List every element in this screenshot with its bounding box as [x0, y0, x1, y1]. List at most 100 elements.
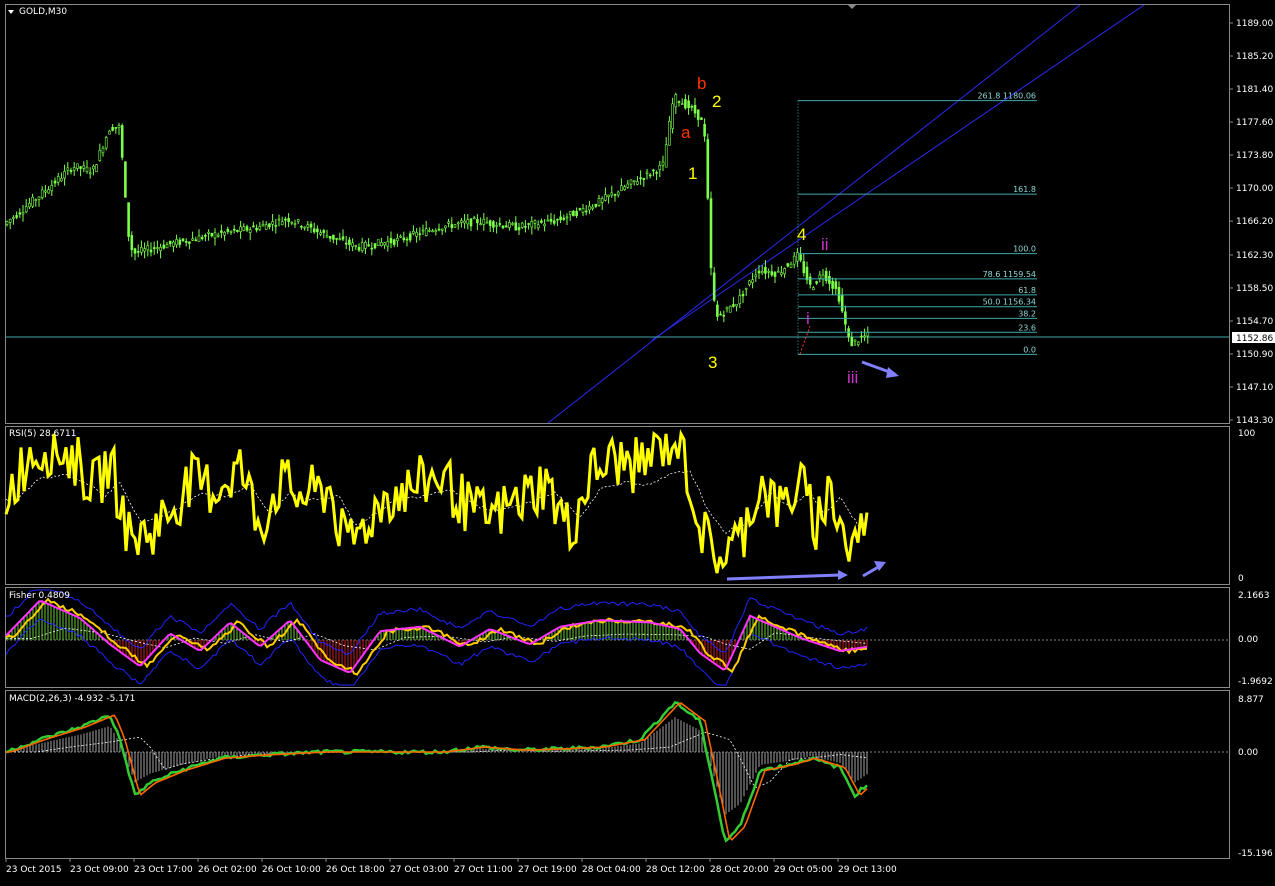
- price-candle-body: [191, 238, 194, 241]
- axis-layer: 1189.00 1185.20 1181.40 1177.60 1173.80 1170.…: [5, 19, 1273, 875]
- wave-label-b: b: [697, 74, 706, 93]
- price-axis-label: 1181.40: [1236, 85, 1273, 95]
- price-candle-body: [776, 270, 780, 273]
- price-axis-label: 1177.60: [1236, 118, 1273, 128]
- symbol-dropdown-icon[interactable]: [8, 10, 14, 14]
- price-candle-body: [156, 247, 159, 249]
- price-candle-body: [693, 105, 697, 114]
- price-candle-body: [552, 220, 556, 224]
- fib-level-label: 78.6 1159.54: [983, 270, 1036, 279]
- time-axis-label: 28 Oct 20:00: [710, 865, 769, 875]
- price-candle-body: [239, 226, 242, 232]
- price-candle-body: [309, 223, 313, 228]
- price-candle-body: [687, 100, 690, 109]
- price-candle-body: [623, 186, 626, 190]
- price-candle-body: [866, 332, 870, 337]
- price-candle-body: [335, 238, 338, 240]
- price-candle-body: [245, 226, 249, 231]
- price-candle-body: [181, 238, 185, 241]
- price-candle-body: [501, 225, 505, 229]
- price-candle-body: [463, 220, 466, 224]
- price-candle-body: [738, 295, 742, 305]
- price-candle-body: [540, 220, 543, 223]
- fisher-axis-top: 2.1663: [1238, 591, 1270, 601]
- price-candle-body: [364, 241, 367, 249]
- price-candle-body: [770, 271, 774, 276]
- price-axis-label: 1173.80: [1236, 151, 1273, 161]
- price-candle-body: [232, 228, 236, 231]
- price-candle-body: [658, 165, 662, 171]
- price-candle-body: [367, 244, 370, 247]
- price-candle-body: [783, 268, 786, 275]
- price-candle-body: [325, 235, 329, 238]
- price-candle-body: [280, 221, 284, 226]
- price-candle-body: [533, 220, 537, 224]
- price-candle-body: [424, 228, 428, 236]
- price-candle-body: [799, 254, 802, 261]
- rsi-axis-bottom: 0: [1238, 574, 1244, 584]
- price-candle-body: [479, 223, 482, 226]
- price-candle-body: [252, 225, 255, 228]
- price-candle-body: [837, 287, 841, 302]
- chart-canvas[interactable]: GOLD,M30 261.8 1180.06161.8100.078.6 115…: [0, 0, 1275, 882]
- wave-label-iii: iii: [847, 368, 858, 387]
- macd-axis-top: 8.877: [1238, 695, 1264, 705]
- price-candle-body: [584, 210, 588, 213]
- wave-label-2: 2: [712, 92, 721, 111]
- fisher-title: Fisher 0.4809: [9, 591, 70, 601]
- price-candle-body: [735, 303, 738, 307]
- price-candle-body: [488, 220, 492, 226]
- price-candle-body: [514, 222, 518, 231]
- price-candle-body: [261, 224, 265, 227]
- price-candle-body: [380, 242, 383, 247]
- price-candle-body: [815, 281, 818, 284]
- price-candle-body: [767, 270, 770, 273]
- price-axis-label: 1185.20: [1236, 52, 1273, 62]
- price-candle-body: [578, 208, 582, 210]
- fisher-axis-mid: 0.00: [1238, 635, 1258, 645]
- price-candle-body: [226, 229, 230, 232]
- price-candle-body: [789, 263, 793, 268]
- price-candle-body: [597, 198, 601, 206]
- price-candle-body: [412, 231, 415, 234]
- price-candle-body: [200, 237, 204, 240]
- chart-window: GOLD,M30 261.8 1180.06 161.8 100.0 78.6 115…: [0, 0, 1275, 882]
- price-candle-body: [527, 223, 530, 225]
- rsi-title: RSI(5) 28.6711: [9, 429, 76, 439]
- price-candle-body: [44, 190, 47, 193]
- fib-level-label: 0.0: [1023, 345, 1036, 354]
- price-candle-body: [786, 263, 790, 267]
- price-candle-body: [21, 212, 25, 215]
- price-candle-body: [351, 242, 354, 247]
- price-candle-body: [805, 266, 809, 281]
- fib-level-label: 261.8 1180.06: [977, 92, 1036, 101]
- price-candle-body: [616, 191, 620, 196]
- price-candle-body: [415, 232, 418, 237]
- price-candle-body: [348, 239, 351, 245]
- price-candle-body: [338, 238, 342, 241]
- price-candle-body: [223, 231, 226, 236]
- price-candle-body: [434, 230, 438, 232]
- price-candle-body: [850, 336, 854, 347]
- price-candle-body: [546, 219, 550, 222]
- price-candle-body: [572, 210, 575, 217]
- fib-level-label: 23.6: [1018, 323, 1036, 332]
- price-candle-body: [85, 166, 89, 172]
- price-candle-body: [504, 225, 508, 228]
- price-candle-body: [536, 224, 540, 229]
- wave-label-1: 1: [688, 164, 697, 183]
- scroll-marker-icon[interactable]: [847, 4, 857, 9]
- wave-label-i: i: [806, 309, 810, 328]
- price-candle-body: [207, 231, 210, 234]
- fisher-layer: [5, 589, 1229, 686]
- price-candle-body: [591, 206, 594, 209]
- time-axis-label: 26 Oct 18:00: [326, 865, 385, 875]
- price-candle-body: [447, 221, 450, 224]
- price-candle-body: [300, 225, 303, 228]
- price-candle-body: [354, 245, 358, 247]
- price-candle-body: [677, 101, 681, 103]
- price-candle-body: [588, 205, 591, 211]
- price-candle-body: [764, 266, 767, 274]
- price-candle-body: [140, 247, 143, 253]
- fib-level-label: 100.0: [1013, 245, 1036, 254]
